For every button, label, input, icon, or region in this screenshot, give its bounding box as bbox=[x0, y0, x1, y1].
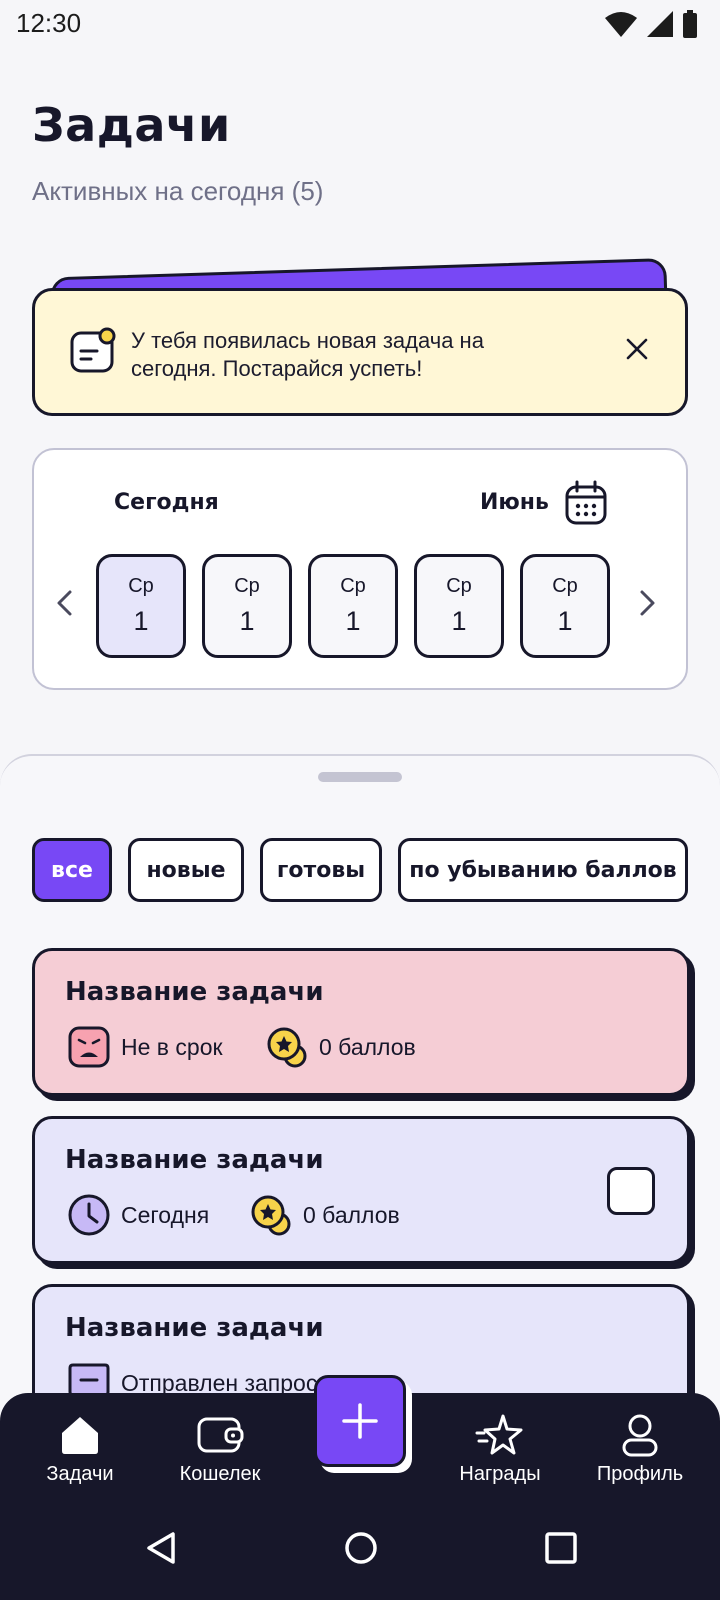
chevron-right-icon[interactable] bbox=[630, 586, 664, 620]
calendar-day-2[interactable]: Ср 1 bbox=[202, 554, 292, 658]
day-number: 1 bbox=[345, 606, 361, 636]
add-task-button[interactable] bbox=[314, 1375, 406, 1467]
task-points: 0 баллов bbox=[265, 1025, 416, 1069]
task-title: Название задачи bbox=[65, 1313, 324, 1343]
notification-banner: У тебя появилась новая задача на сегодня… bbox=[32, 288, 688, 416]
recents-square-icon bbox=[545, 1532, 577, 1564]
page-subtitle: Активных на сегодня (5) bbox=[32, 176, 324, 206]
calendar-today-label[interactable]: Сегодня bbox=[114, 490, 219, 515]
status-icons bbox=[604, 10, 698, 38]
task-title: Название задачи bbox=[65, 1145, 324, 1175]
sad-face-icon bbox=[68, 1026, 110, 1068]
system-recents-button[interactable] bbox=[536, 1523, 586, 1573]
day-number: 1 bbox=[557, 606, 573, 636]
nav-label: Задачи bbox=[46, 1463, 114, 1485]
calendar-month-label: Июнь bbox=[480, 490, 549, 515]
sort-by-points-chip[interactable]: по убыванию баллов bbox=[398, 838, 688, 902]
system-navigation-bar bbox=[0, 1523, 720, 1573]
day-name: Ср bbox=[234, 575, 260, 597]
page-title: Задачи bbox=[32, 98, 231, 152]
filter-done-chip[interactable]: готовы bbox=[260, 838, 382, 902]
task-title: Название задачи bbox=[65, 977, 324, 1007]
nav-tasks[interactable]: Задачи bbox=[10, 1413, 150, 1486]
status-time: 12:30 bbox=[16, 8, 82, 38]
home-circle-icon bbox=[345, 1532, 377, 1564]
day-name: Ср bbox=[552, 575, 578, 597]
task-status: Сегодня bbox=[67, 1193, 209, 1237]
day-number: 1 bbox=[451, 606, 467, 636]
nav-label: Награды bbox=[459, 1463, 541, 1485]
tasks-sheet: все новые готовы по убыванию баллов Назв… bbox=[0, 754, 720, 1454]
nav-label: Профиль bbox=[596, 1463, 684, 1485]
day-name: Ср bbox=[128, 575, 154, 597]
task-status: Не в срок bbox=[67, 1025, 223, 1069]
system-back-button[interactable] bbox=[136, 1523, 186, 1573]
day-name: Ср bbox=[446, 575, 472, 597]
battery-icon bbox=[683, 10, 697, 38]
calendar-card: Сегодня Июнь Ср 1 Ср 1 Ср 1 Ср 1 Ср 1 bbox=[32, 448, 688, 690]
task-card-today[interactable]: Название задачи Сегодня 0 баллов bbox=[32, 1116, 690, 1264]
task-card-overdue[interactable]: Название задачи Не в срок 0 баллов bbox=[32, 948, 690, 1096]
task-points-text: 0 баллов bbox=[319, 1033, 416, 1060]
filter-new-chip[interactable]: новые bbox=[128, 838, 244, 902]
task-status-text: Не в срок bbox=[121, 1033, 223, 1060]
bottom-navigation: Задачи Кошелек Награды Профиль bbox=[0, 1375, 720, 1600]
profile-icon bbox=[622, 1414, 658, 1457]
task-points: 0 баллов bbox=[249, 1193, 400, 1237]
coins-icon bbox=[251, 1195, 291, 1236]
calendar-day-4[interactable]: Ср 1 bbox=[414, 554, 504, 658]
home-icon bbox=[62, 1417, 98, 1454]
plus-icon bbox=[342, 1403, 378, 1439]
signal-icon bbox=[647, 11, 673, 37]
nav-wallet[interactable]: Кошелек bbox=[150, 1413, 290, 1486]
system-home-button[interactable] bbox=[336, 1523, 386, 1573]
banner-close-button[interactable] bbox=[619, 331, 655, 367]
nav-profile[interactable]: Профиль bbox=[570, 1413, 710, 1486]
calendar-day-1[interactable]: Ср 1 bbox=[96, 554, 186, 658]
calendar-day-3[interactable]: Ср 1 bbox=[308, 554, 398, 658]
close-icon bbox=[626, 338, 648, 360]
back-triangle-icon bbox=[147, 1532, 175, 1564]
task-checkbox[interactable] bbox=[607, 1167, 655, 1215]
day-number: 1 bbox=[133, 606, 149, 636]
task-points-text: 0 баллов bbox=[303, 1201, 400, 1228]
filter-all-chip[interactable]: все bbox=[32, 838, 112, 902]
clock-icon bbox=[68, 1194, 110, 1236]
nav-rewards[interactable]: Награды bbox=[430, 1413, 570, 1486]
nav-label: Кошелек bbox=[179, 1463, 261, 1485]
task-status-text: Сегодня bbox=[121, 1201, 210, 1228]
calendar-day-5[interactable]: Ср 1 bbox=[520, 554, 610, 658]
coins-icon bbox=[267, 1027, 307, 1068]
sheet-drag-handle[interactable] bbox=[318, 772, 402, 782]
status-bar: 12:30 bbox=[0, 0, 720, 50]
wifi-icon bbox=[605, 12, 637, 37]
banner-text: У тебя появилась новая задача на сегодня… bbox=[131, 328, 484, 381]
wallet-icon bbox=[197, 1417, 244, 1453]
star-icon bbox=[475, 1414, 523, 1455]
notification-icon bbox=[70, 327, 116, 373]
chevron-left-icon[interactable] bbox=[48, 586, 82, 620]
day-name: Ср bbox=[340, 575, 366, 597]
day-number: 1 bbox=[239, 606, 255, 636]
calendar-icon[interactable] bbox=[564, 480, 608, 526]
